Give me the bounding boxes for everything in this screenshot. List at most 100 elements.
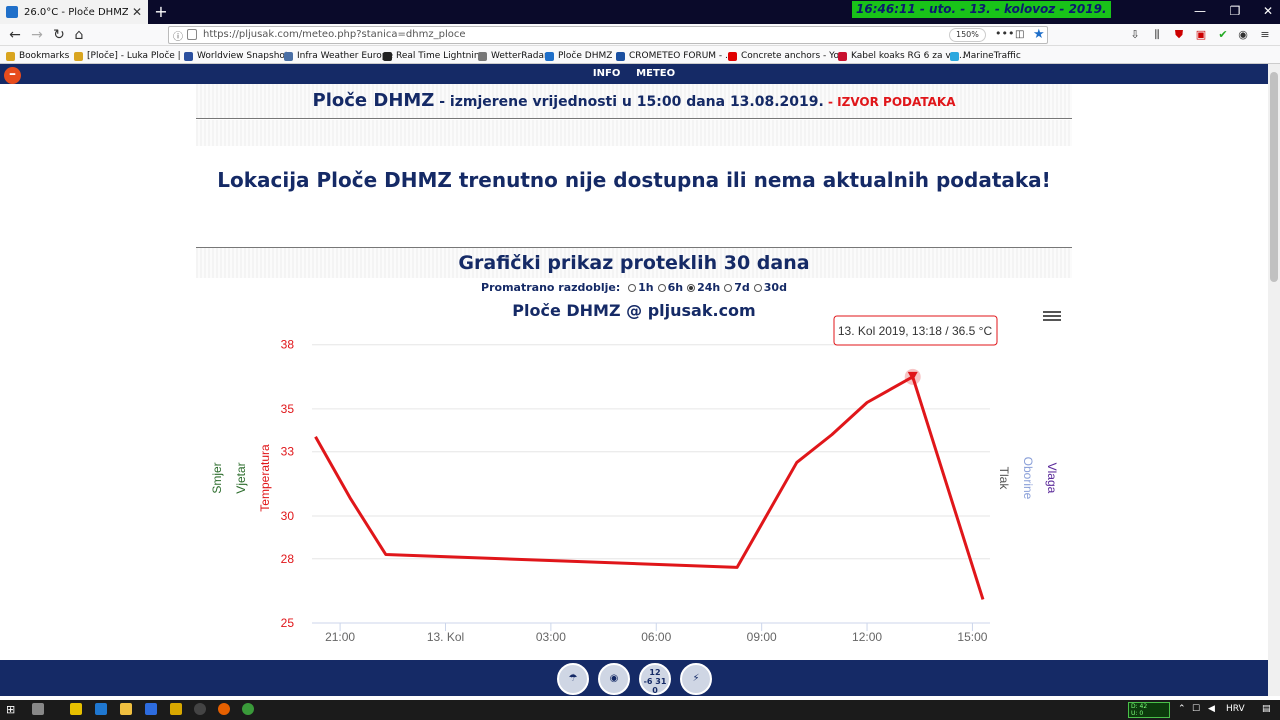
- language-indicator[interactable]: HRV: [1226, 704, 1245, 714]
- y-tick-label: 30: [281, 509, 295, 523]
- left-axis-title: Temperatura: [258, 444, 272, 512]
- browser-tab[interactable]: 26.0°C - Ploče DHMZ ✕: [0, 0, 148, 24]
- bookmark-label: Concrete anchors - Yo...: [741, 51, 848, 61]
- bookmark-icon: [74, 51, 83, 61]
- windows-taskbar: ⊞ ⌃ ☐ ◀ HRV ▤: [0, 700, 1280, 720]
- clock-overlay: 16:46:11 - uto. - 13. - kolovoz - 2019.: [852, 1, 1111, 18]
- volume-icon[interactable]: ◀: [1208, 704, 1215, 714]
- firefox-icon[interactable]: [218, 703, 230, 715]
- bookmark-label: Kabel koaks RG 6 za va...: [851, 51, 965, 61]
- x-tick-label: 06:00: [641, 630, 671, 644]
- minimize-button[interactable]: —: [1180, 0, 1220, 24]
- right-axis-title: Vlaga: [1045, 463, 1059, 494]
- network-meter: D: 42 U: 0: [1128, 702, 1170, 718]
- bookmark-item[interactable]: Concrete anchors - Yo...: [728, 49, 847, 63]
- y-tick-label: 38: [281, 338, 295, 352]
- tab-title: 26.0°C - Ploče DHMZ: [24, 6, 128, 18]
- temperature-series-line: [314, 375, 985, 600]
- net-down: D: 42: [1131, 703, 1148, 710]
- x-tick-label: 13. Kol: [427, 630, 464, 644]
- umbrella-icon[interactable]: ☂: [557, 663, 589, 695]
- bookmark-label: [Ploče] - Luka Ploče | ...: [87, 51, 193, 61]
- navigation-bar: ← → ↻ ⌂ ⓘ https://pljusak.com/meteo.php?…: [0, 24, 1280, 46]
- bookmark-label: Worldview Snapshots: [197, 51, 294, 61]
- bookmark-item[interactable]: Worldview Snapshots: [184, 49, 293, 63]
- extension-icon[interactable]: ▣: [1194, 29, 1208, 41]
- account-icon[interactable]: ◉: [1236, 29, 1250, 41]
- download-icon[interactable]: ⇩: [1128, 29, 1142, 41]
- web-page: INFO METEO – Ploče DHMZ - izmjerene vrij…: [0, 64, 1268, 696]
- bookmark-label: Real Time Lightning: [396, 51, 486, 61]
- app-icon[interactable]: [170, 703, 182, 715]
- bookmark-star-icon[interactable]: ★: [1033, 27, 1045, 42]
- bookmark-label: MarineTraffic: [963, 51, 1021, 61]
- zoom-indicator[interactable]: 150%: [949, 28, 986, 42]
- storm-icon[interactable]: ⚡: [680, 663, 712, 695]
- bookmark-item[interactable]: Kabel koaks RG 6 za va...: [838, 49, 965, 63]
- page-scrollbar[interactable]: [1268, 64, 1280, 696]
- task-view-icon[interactable]: [32, 703, 44, 715]
- tab-strip: 26.0°C - Ploče DHMZ ✕ + 16:46:11 - uto. …: [0, 0, 1280, 24]
- x-tick-label: 09:00: [747, 630, 777, 644]
- check-extension-icon[interactable]: ✔: [1216, 29, 1230, 41]
- pocket-icon[interactable]: ◫: [1015, 29, 1024, 40]
- bookmark-label: Bookmarks: [19, 51, 70, 61]
- tray-chevron-icon[interactable]: ⌃: [1178, 704, 1186, 714]
- bookmark-icon: [616, 51, 625, 61]
- bookmark-label: WetterRadar: [491, 51, 548, 61]
- back-button[interactable]: ←: [6, 26, 24, 44]
- network-icon[interactable]: ☐: [1192, 704, 1200, 714]
- notifications-icon[interactable]: ▤: [1262, 704, 1271, 714]
- file-explorer-icon[interactable]: [120, 703, 132, 715]
- forward-button[interactable]: →: [28, 26, 46, 44]
- y-tick-label: 25: [281, 616, 295, 630]
- menu-icon[interactable]: ≡: [1258, 29, 1272, 41]
- library-icon[interactable]: ⫼: [1150, 29, 1164, 41]
- scroll-thumb[interactable]: [1270, 72, 1278, 282]
- reload-button[interactable]: ↻: [50, 26, 68, 44]
- close-window-button[interactable]: ✕: [1248, 0, 1280, 24]
- app-icon[interactable]: [194, 703, 206, 715]
- bookmark-label: Infra Weather Europe: [297, 51, 394, 61]
- temperature-stats-icon[interactable]: 12 -6 31 0: [639, 663, 671, 695]
- address-bar[interactable]: ⓘ https://pljusak.com/meteo.php?stanica=…: [168, 26, 1048, 44]
- bookmark-icon: [545, 51, 554, 61]
- bookmark-item[interactable]: WetterRadar: [478, 49, 548, 63]
- y-tick-label: 28: [281, 552, 295, 566]
- home-button[interactable]: ⌂: [70, 26, 88, 44]
- bookmark-icon: [184, 51, 193, 61]
- start-icon[interactable]: ⊞: [6, 703, 15, 716]
- bookmark-item[interactable]: Ploče DHMZ: [545, 49, 612, 63]
- edge-icon[interactable]: [95, 703, 107, 715]
- close-tab-icon[interactable]: ✕: [132, 5, 142, 19]
- bookmark-item[interactable]: Real Time Lightning: [383, 49, 485, 63]
- webcam-icon[interactable]: ◉: [598, 663, 630, 695]
- bookmark-item[interactable]: [Ploče] - Luka Ploče | ...: [74, 49, 192, 63]
- new-tab-button[interactable]: +: [152, 2, 170, 22]
- page-actions-icon[interactable]: •••: [995, 27, 1014, 40]
- bookmarks-toolbar: Bookmarks [Ploče] - Luka Ploče | ... World…: [0, 46, 1280, 64]
- defender-icon[interactable]: [145, 703, 157, 715]
- tooltip-text: 13. Kol 2019, 13:18 / 36.5 °C: [838, 324, 993, 338]
- bookmark-icon: [284, 51, 293, 61]
- x-tick-label: 15:00: [957, 630, 987, 644]
- bookmark-icon: [383, 51, 392, 61]
- bookmark-item[interactable]: MarineTraffic: [950, 49, 1021, 63]
- lock-icon: [187, 29, 197, 40]
- bookmark-icon: [950, 51, 959, 61]
- sticky-notes-icon[interactable]: [70, 703, 82, 715]
- footer-bar: ☂ ◉ 12 -6 31 0 ⚡: [0, 660, 1268, 696]
- y-tick-label: 35: [281, 402, 295, 416]
- bookmark-item[interactable]: Infra Weather Europe: [284, 49, 393, 63]
- bookmark-item[interactable]: CROMETEO FORUM - ...: [616, 49, 734, 63]
- app-icon[interactable]: [242, 703, 254, 715]
- bookmark-item[interactable]: Bookmarks: [6, 49, 69, 63]
- right-axis-title: Oborine: [1021, 457, 1035, 500]
- info-icon[interactable]: ⓘ: [173, 28, 183, 43]
- x-tick-label: 12:00: [852, 630, 882, 644]
- ublock-icon[interactable]: ⛊: [1172, 29, 1186, 41]
- left-axis-title: Vjetar: [234, 462, 248, 493]
- url-text[interactable]: https://pljusak.com/meteo.php?stanica=dh…: [203, 29, 466, 40]
- net-up: U: 0: [1131, 710, 1144, 717]
- x-tick-label: 21:00: [325, 630, 355, 644]
